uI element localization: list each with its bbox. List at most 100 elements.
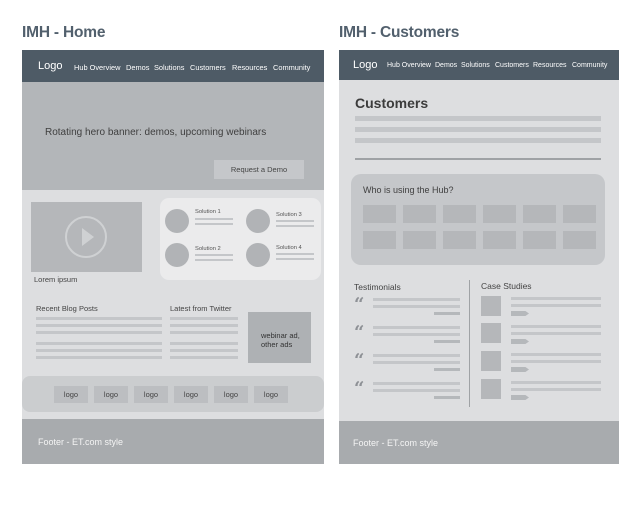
customer-logo[interactable] bbox=[363, 205, 396, 223]
home-nav-resources[interactable]: Resources bbox=[232, 63, 267, 72]
blog-line[interactable] bbox=[36, 317, 162, 320]
case-study-line[interactable] bbox=[511, 353, 601, 356]
testimonial-line[interactable] bbox=[373, 305, 460, 308]
blog-heading: Recent Blog Posts bbox=[36, 304, 98, 313]
partner-logo[interactable]: logo bbox=[94, 386, 128, 403]
testimonial-line[interactable] bbox=[373, 326, 460, 329]
customer-logo[interactable] bbox=[443, 231, 476, 249]
customers-wireframe: Logo Hub Overview Demos Solutions Custom… bbox=[339, 50, 619, 464]
case-study-read-more[interactable] bbox=[511, 367, 529, 372]
customer-logo[interactable] bbox=[483, 231, 516, 249]
customer-logo[interactable] bbox=[443, 205, 476, 223]
case-study-line[interactable] bbox=[511, 297, 601, 300]
solution-3-label[interactable]: Solution 3 bbox=[276, 212, 302, 218]
customers-heading: Customers bbox=[355, 95, 429, 111]
case-study-read-more[interactable] bbox=[511, 339, 529, 344]
case-study-thumbnail[interactable] bbox=[481, 323, 501, 343]
blog-line[interactable] bbox=[36, 349, 162, 352]
customer-logo[interactable] bbox=[523, 205, 556, 223]
case-study-line[interactable] bbox=[511, 304, 601, 307]
customer-logo[interactable] bbox=[563, 231, 596, 249]
play-icon[interactable] bbox=[65, 216, 107, 258]
case-study-line[interactable] bbox=[511, 381, 601, 384]
column-divider bbox=[469, 280, 470, 407]
customer-logo[interactable] bbox=[563, 205, 596, 223]
intro-line bbox=[355, 116, 601, 121]
customers-logo[interactable]: Logo bbox=[353, 59, 377, 71]
request-demo-button[interactable]: Request a Demo bbox=[214, 160, 304, 179]
case-study-thumbnail[interactable] bbox=[481, 351, 501, 371]
blog-line[interactable] bbox=[36, 356, 162, 359]
home-nav-bar: Logo Hub Overview Demos Solutions Custom… bbox=[22, 50, 324, 82]
testimonial-line[interactable] bbox=[373, 333, 460, 336]
testimonial-line[interactable] bbox=[373, 298, 460, 301]
tweet-line[interactable] bbox=[170, 342, 238, 345]
video-caption: Lorem ipsum bbox=[34, 275, 78, 284]
solution-1-icon[interactable] bbox=[165, 209, 189, 233]
testimonial-attribution bbox=[434, 396, 460, 399]
case-study-line[interactable] bbox=[511, 388, 601, 391]
hero-banner[interactable]: Rotating hero banner: demos, upcoming we… bbox=[22, 82, 324, 190]
blog-line[interactable] bbox=[36, 324, 162, 327]
partner-logo[interactable]: logo bbox=[214, 386, 248, 403]
case-study-line[interactable] bbox=[511, 332, 601, 335]
ad-text-line-1: webinar ad, bbox=[261, 331, 300, 340]
case-study-line[interactable] bbox=[511, 325, 601, 328]
customers-page-title: IMH - Customers bbox=[339, 24, 460, 41]
home-nav-hub-overview[interactable]: Hub Overview bbox=[74, 63, 120, 72]
case-study-thumbnail[interactable] bbox=[481, 296, 501, 316]
case-study-read-more[interactable] bbox=[511, 311, 529, 316]
hero-text: Rotating hero banner: demos, upcoming we… bbox=[45, 127, 267, 138]
solution-4-label[interactable]: Solution 4 bbox=[276, 245, 302, 251]
testimonial-line[interactable] bbox=[373, 361, 460, 364]
customer-logo[interactable] bbox=[523, 231, 556, 249]
solution-3-icon[interactable] bbox=[246, 209, 270, 233]
partner-logo[interactable]: logo bbox=[54, 386, 88, 403]
testimonial-line[interactable] bbox=[373, 389, 460, 392]
customers-nav-bar: Logo Hub Overview Demos Solutions Custom… bbox=[339, 50, 619, 80]
quote-icon: “ bbox=[354, 378, 365, 399]
case-study-read-more[interactable] bbox=[511, 395, 529, 400]
customers-footer: Footer - ET.com style bbox=[339, 421, 619, 464]
partner-logo[interactable]: logo bbox=[134, 386, 168, 403]
home-footer-text: Footer - ET.com style bbox=[38, 437, 124, 447]
home-nav-customers[interactable]: Customers bbox=[190, 63, 226, 72]
ad-box[interactable]: webinar ad, other ads bbox=[248, 312, 311, 363]
customers-nav-resources[interactable]: Resources bbox=[533, 62, 566, 69]
home-nav-community[interactable]: Community bbox=[273, 63, 310, 72]
customer-logo[interactable] bbox=[403, 205, 436, 223]
request-demo-label: Request a Demo bbox=[230, 165, 288, 174]
partner-logo[interactable]: logo bbox=[254, 386, 288, 403]
customers-nav-solutions[interactable]: Solutions bbox=[461, 62, 490, 69]
tweet-line[interactable] bbox=[170, 356, 238, 359]
tweet-line[interactable] bbox=[170, 331, 238, 334]
customers-nav-community[interactable]: Community bbox=[572, 62, 607, 69]
twitter-heading: Latest from Twitter bbox=[170, 304, 232, 313]
tweet-line[interactable] bbox=[170, 324, 238, 327]
case-study-thumbnail[interactable] bbox=[481, 379, 501, 399]
customers-nav-hub-overview[interactable]: Hub Overview bbox=[387, 62, 431, 69]
customer-logo[interactable] bbox=[403, 231, 436, 249]
solution-4-icon[interactable] bbox=[246, 243, 270, 267]
home-page-title: IMH - Home bbox=[22, 24, 106, 41]
customer-logo[interactable] bbox=[483, 205, 516, 223]
testimonial-line[interactable] bbox=[373, 382, 460, 385]
video-thumbnail[interactable] bbox=[31, 202, 142, 272]
home-nav-solutions[interactable]: Solutions bbox=[154, 63, 184, 72]
customers-nav-demos[interactable]: Demos bbox=[435, 62, 457, 69]
home-nav-demos[interactable]: Demos bbox=[126, 63, 149, 72]
tweet-line[interactable] bbox=[170, 317, 238, 320]
testimonial-line[interactable] bbox=[373, 354, 460, 357]
home-logo[interactable]: Logo bbox=[38, 60, 62, 72]
customer-logo[interactable] bbox=[363, 231, 396, 249]
solution-1-label[interactable]: Solution 1 bbox=[195, 209, 221, 215]
case-study-line[interactable] bbox=[511, 360, 601, 363]
partner-logos-strip: logo logo logo logo logo logo bbox=[22, 376, 324, 412]
customers-nav-customers[interactable]: Customers bbox=[495, 62, 529, 69]
blog-line[interactable] bbox=[36, 331, 162, 334]
partner-logo[interactable]: logo bbox=[174, 386, 208, 403]
solution-2-label[interactable]: Solution 2 bbox=[195, 246, 221, 252]
solution-2-icon[interactable] bbox=[165, 243, 189, 267]
blog-line[interactable] bbox=[36, 342, 162, 345]
tweet-line[interactable] bbox=[170, 349, 238, 352]
